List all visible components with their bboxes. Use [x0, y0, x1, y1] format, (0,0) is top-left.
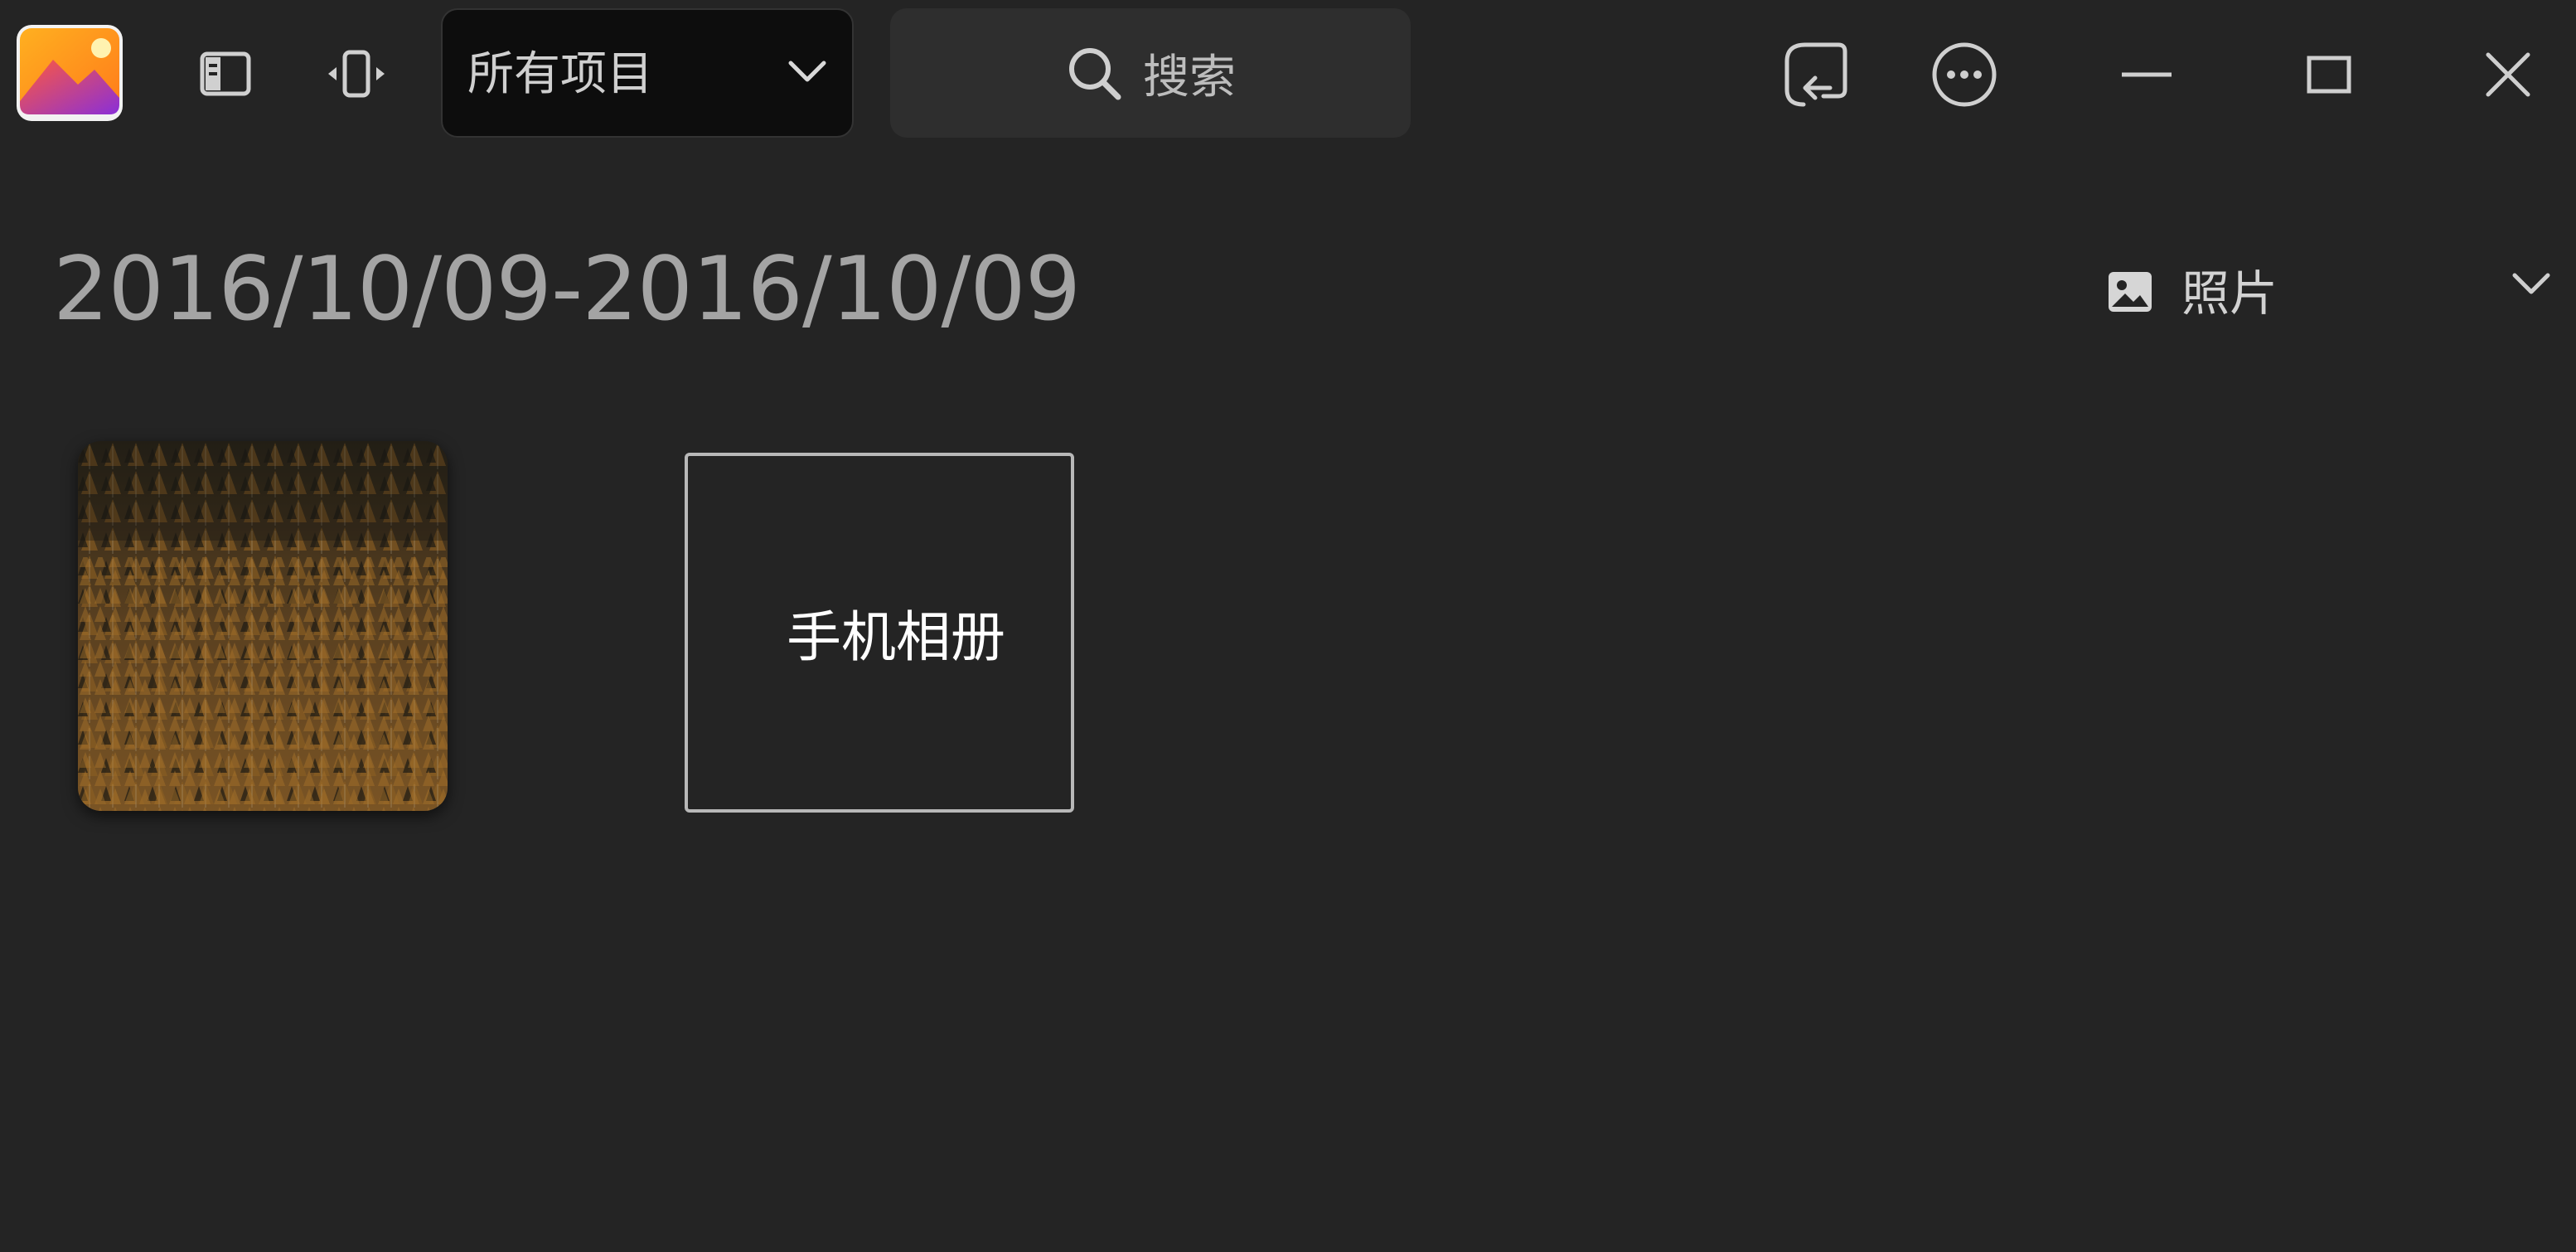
album-card[interactable]: 手机相册	[685, 453, 1074, 813]
view-mode-label: 照片	[2181, 265, 2278, 322]
photos-window: 所有项目 搜索 2016/10/09-2016/10/09 照片 手机相册	[0, 0, 2576, 1252]
search-icon	[1069, 48, 1121, 100]
forest-photo-image	[78, 441, 448, 811]
more-options-icon[interactable]	[1923, 35, 2006, 114]
import-icon[interactable]	[1775, 35, 1855, 114]
date-range-title: 2016/10/09-2016/10/09	[53, 238, 1081, 340]
album-label: 手机相册	[787, 605, 1005, 669]
chevron-down-icon	[787, 58, 827, 88]
close-icon[interactable]	[2475, 35, 2541, 114]
fit-width-icon[interactable]	[318, 40, 395, 108]
search-label: 搜索	[1143, 50, 1236, 104]
title-bar: 所有项目 搜索	[0, 0, 2576, 149]
sidebar-toggle-icon[interactable]	[187, 40, 264, 108]
filter-selected-label: 所有项目	[467, 47, 653, 101]
filter-dropdown[interactable]: 所有项目	[441, 8, 854, 138]
app-logo-icon	[12, 18, 128, 126]
maximize-icon[interactable]	[2296, 35, 2362, 114]
minimize-icon[interactable]	[2114, 35, 2180, 114]
photo-icon	[2109, 272, 2152, 312]
chevron-down-icon	[2510, 269, 2553, 302]
search-button[interactable]: 搜索	[890, 8, 1411, 138]
photo-thumbnail[interactable]	[78, 441, 448, 811]
view-mode-dropdown[interactable]: 照片	[2089, 249, 2553, 340]
